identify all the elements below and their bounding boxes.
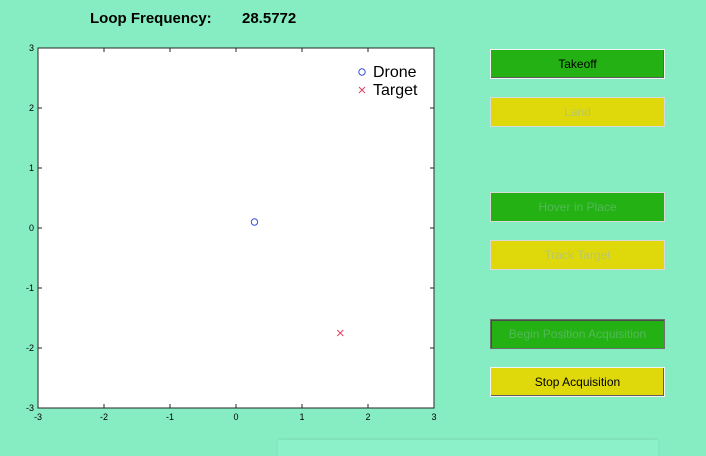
land-button[interactable]: Land [490,97,665,127]
stop-acquisition-button[interactable]: Stop Acquisition [490,367,665,397]
y-tick-label: -2 [26,343,34,353]
bottom-panel-strip [278,440,658,456]
x-tick-label: -3 [34,412,42,422]
y-tick-label: 2 [29,103,34,113]
x-tick-label: 2 [365,412,370,422]
x-tick-label: 0 [233,412,238,422]
y-tick-label: 0 [29,223,34,233]
track-target-button[interactable]: Track Target [490,240,665,270]
y-tick-label: 1 [29,163,34,173]
hover-in-place-button[interactable]: Hover in Place [490,192,665,222]
x-tick-label: -1 [166,412,174,422]
legend-target-label: Target [373,82,418,99]
takeoff-button[interactable]: Takeoff [490,49,665,79]
x-tick-label: 3 [431,412,436,422]
x-tick-label: -2 [100,412,108,422]
y-tick-label: -3 [26,403,34,413]
plot-area [37,47,435,409]
begin-position-acquisition-button[interactable]: Begin Position Acquisition [490,319,665,349]
legend-drone-label: Drone [373,64,417,81]
x-tick-label: 1 [299,412,304,422]
y-tick-label: 3 [29,43,34,53]
y-tick-label: -1 [26,283,34,293]
